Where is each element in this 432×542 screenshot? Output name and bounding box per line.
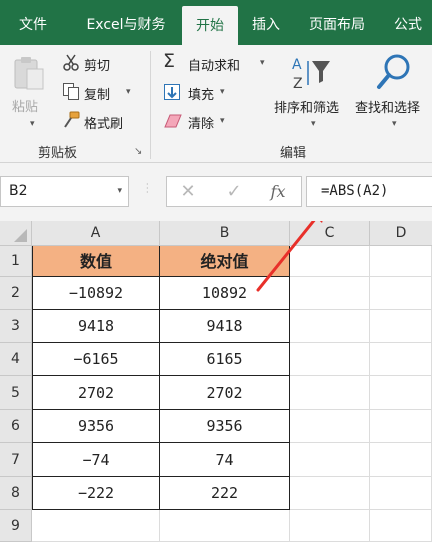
- editing-group-title: 编辑: [280, 146, 307, 161]
- scissors-icon: [62, 54, 80, 76]
- row-header-6[interactable]: 6: [0, 410, 32, 443]
- row-header-5[interactable]: 5: [0, 376, 32, 410]
- clipboard-launcher-icon[interactable]: ↘: [134, 146, 142, 157]
- sort-filter-icon: A Z: [290, 55, 332, 95]
- clear-button[interactable]: 清除: [188, 113, 214, 132]
- row-header-1[interactable]: 1: [0, 246, 32, 277]
- clipboard-group-title: 剪贴板: [38, 146, 78, 161]
- svg-text:A: A: [292, 57, 302, 73]
- insert-function-icon[interactable]: fx: [263, 177, 293, 206]
- row-header-4[interactable]: 4: [0, 343, 32, 376]
- name-box-value: B2: [9, 183, 28, 199]
- row-header-7[interactable]: 7: [0, 443, 32, 477]
- formula-buttons: ✕ ✓ fx: [166, 176, 302, 207]
- worksheet-grid: A B C D 数值 绝对值 −10892 10892 9418 9418 −6165 616…: [0, 221, 432, 542]
- copy-button[interactable]: 复制: [84, 84, 110, 103]
- paste-button[interactable]: 粘贴: [12, 96, 38, 115]
- row-header-3[interactable]: 3: [0, 310, 32, 343]
- row-header-8[interactable]: 8: [0, 477, 32, 510]
- copy-dropdown-icon[interactable]: ▾: [126, 87, 131, 97]
- tab-insert[interactable]: 插入: [240, 0, 292, 45]
- tab-home[interactable]: 开始: [182, 6, 238, 45]
- svg-text:Z: Z: [293, 76, 303, 91]
- formula-input[interactable]: =ABS(A2): [306, 176, 432, 207]
- tab-page-layout[interactable]: 页面布局: [296, 0, 378, 45]
- eraser-icon: [164, 114, 182, 132]
- fill-dropdown-icon[interactable]: ▾: [220, 87, 225, 97]
- fill-button[interactable]: 填充: [188, 84, 214, 103]
- find-select-dropdown-icon[interactable]: ▾: [392, 119, 397, 129]
- sigma-icon: Σ: [163, 50, 176, 72]
- fill-down-icon: [164, 84, 180, 104]
- sort-filter-dropdown-icon[interactable]: ▾: [311, 119, 316, 129]
- cancel-icon[interactable]: ✕: [173, 177, 203, 206]
- formula-bar: B2 ▾ · · · ✕ ✓ fx =ABS(A2): [0, 163, 432, 221]
- drag-handle-icon[interactable]: · · ·: [146, 181, 149, 197]
- cut-button[interactable]: 剪切: [84, 55, 110, 74]
- name-box[interactable]: B2 ▾: [0, 176, 129, 207]
- paste-dropdown-icon[interactable]: ▾: [30, 119, 35, 129]
- annotation-arrow: [256, 221, 323, 292]
- tab-formulas[interactable]: 公式: [384, 0, 432, 45]
- find-select-button[interactable]: 查找和选择: [355, 97, 420, 116]
- format-painter-icon: [62, 111, 80, 133]
- ribbon: 粘贴 ▾ 剪切 复制 ▾ 格式刷 剪贴板 ↘ Σ 自动求和 ▾ 填充 ▾ 清除 …: [0, 45, 432, 163]
- tab-excel-finance[interactable]: Excel与财务: [70, 0, 182, 45]
- name-box-dropdown-icon[interactable]: ▾: [117, 177, 122, 206]
- autosum-dropdown-icon[interactable]: ▾: [260, 58, 265, 68]
- autosum-button[interactable]: 自动求和: [188, 55, 240, 74]
- clear-dropdown-icon[interactable]: ▾: [220, 116, 225, 126]
- tab-file[interactable]: 文件: [0, 0, 66, 45]
- group-separator: [150, 51, 151, 159]
- search-icon: [376, 53, 412, 95]
- paste-icon: [12, 55, 46, 97]
- sort-filter-button[interactable]: 排序和筛选: [274, 97, 339, 116]
- format-painter-button[interactable]: 格式刷: [84, 113, 123, 132]
- row-header-9[interactable]: 9: [0, 510, 32, 542]
- enter-icon[interactable]: ✓: [219, 177, 249, 206]
- row-header-2[interactable]: 2: [0, 277, 32, 310]
- copy-icon: [62, 82, 80, 104]
- ribbon-tab-bar: 文件 Excel与财务 开始 插入 页面布局 公式: [0, 0, 432, 45]
